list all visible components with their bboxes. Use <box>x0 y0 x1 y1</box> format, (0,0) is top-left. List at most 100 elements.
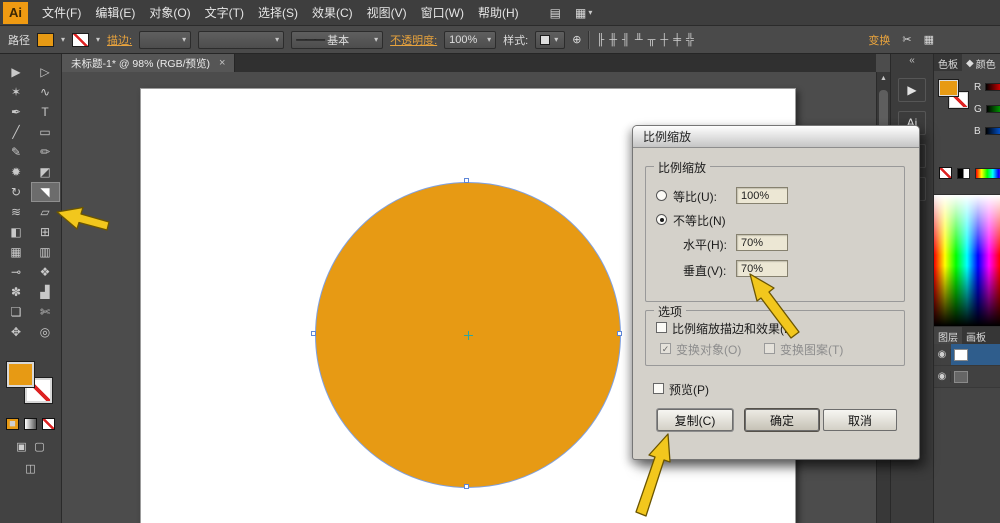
align-right-icon[interactable]: ╢ <box>622 34 630 46</box>
b-slider[interactable] <box>985 127 1000 135</box>
tab-layers[interactable]: 图层 <box>934 327 962 344</box>
anchor-bottom[interactable] <box>464 484 469 489</box>
options-grid-icon[interactable]: ▦ <box>924 33 934 46</box>
eyedropper-tool[interactable]: ⊸ <box>2 262 31 282</box>
shape-builder-tool[interactable]: ◧ <box>2 222 31 242</box>
black-white-swatch-icon[interactable] <box>957 168 970 179</box>
menu-effect[interactable]: 效果(C) <box>305 0 360 26</box>
nonuniform-radio[interactable] <box>656 214 667 225</box>
tab-swatches[interactable]: 色板 <box>934 54 962 71</box>
rectangle-tool[interactable]: ▭ <box>31 122 60 142</box>
eye-icon[interactable]: ◉ <box>934 371 951 382</box>
anchor-top[interactable] <box>464 178 469 183</box>
spectrum-strip[interactable] <box>975 168 1000 179</box>
gradient-button[interactable] <box>24 418 37 430</box>
cancel-button[interactable]: 取消 <box>823 409 897 431</box>
scale-tool[interactable]: ◥ <box>31 182 60 202</box>
align-bottom-icon[interactable]: ╨ <box>635 34 643 46</box>
direct-selection-tool[interactable]: ▷ <box>31 62 60 82</box>
isolate-icon[interactable]: ✂ <box>902 33 911 46</box>
arrange-documents-icon[interactable]: ▦ ▾ <box>575 6 592 20</box>
uniform-radio[interactable] <box>656 190 667 201</box>
align-top-icon[interactable]: ╥ <box>648 34 656 46</box>
color-button[interactable]: ■ <box>6 418 19 430</box>
menu-view[interactable]: 视图(V) <box>360 0 414 26</box>
none-swatch-icon[interactable] <box>939 167 952 179</box>
selection-tool[interactable]: ▶ <box>2 62 31 82</box>
draw-normal-icon[interactable]: ▣ <box>15 440 28 452</box>
opacity-link[interactable]: 不透明度: <box>390 32 437 48</box>
document-tab[interactable]: 未标题-1* @ 98% (RGB/预览) × <box>62 54 235 72</box>
blend-tool[interactable]: ❖ <box>31 262 60 282</box>
dialog-titlebar[interactable]: 比例缩放 <box>633 126 919 148</box>
distribute-center-icon[interactable]: ┼ <box>660 34 668 46</box>
variable-width-profile-dropdown[interactable]: ——— 基本 ▾ <box>291 31 383 49</box>
pencil-tool[interactable]: ✏ <box>31 142 60 162</box>
column-graph-tool[interactable]: ▟ <box>31 282 60 302</box>
layer-row[interactable]: ◉ <box>934 366 1000 388</box>
document-setup-icon[interactable]: ▤ <box>550 6 561 20</box>
chevron-down-icon[interactable]: ▾ <box>96 35 100 44</box>
layer-body[interactable] <box>951 366 1000 387</box>
preview-checkbox[interactable] <box>653 383 664 394</box>
eye-icon[interactable]: ◉ <box>934 349 951 360</box>
expand-panels-icon[interactable]: « <box>891 54 933 69</box>
chevron-down-icon[interactable]: ▾ <box>61 35 65 44</box>
zoom-tool[interactable]: ◎ <box>31 322 60 342</box>
anchor-right[interactable] <box>617 331 622 336</box>
menu-select[interactable]: 选择(S) <box>251 0 305 26</box>
menu-edit[interactable]: 编辑(E) <box>88 0 142 26</box>
menu-file[interactable]: 文件(F) <box>35 0 88 26</box>
stroke-panel-link[interactable]: 描边: <box>107 32 132 48</box>
free-transform-tool[interactable]: ▱ <box>31 202 60 222</box>
lasso-tool[interactable]: ∿ <box>31 82 60 102</box>
r-slider[interactable] <box>985 83 1000 91</box>
g-slider[interactable] <box>986 105 1000 113</box>
fill-swatch[interactable] <box>7 362 34 387</box>
dock-play-icon[interactable]: ▶ <box>898 78 926 102</box>
panel-fill-swatch[interactable] <box>939 80 958 96</box>
brush-definition-dropdown[interactable]: ▾ <box>198 31 284 49</box>
vertical-scale-field[interactable]: 70% <box>736 260 788 277</box>
tab-artboards[interactable]: 画板 <box>962 327 990 344</box>
tab-color[interactable]: ◆ 颜色 <box>962 54 1000 71</box>
stroke-weight-dropdown[interactable]: ▾ <box>139 31 191 49</box>
width-tool[interactable]: ≋ <box>2 202 31 222</box>
horizontal-scale-field[interactable]: 70% <box>736 234 788 251</box>
none-button[interactable] <box>42 418 55 430</box>
distribute-h-icon[interactable]: ╪ <box>673 34 681 46</box>
draw-behind-icon[interactable]: ▢ <box>33 440 46 452</box>
menu-window[interactable]: 窗口(W) <box>414 0 471 26</box>
layer-row[interactable]: ◉ <box>934 344 1000 366</box>
blob-brush-tool[interactable]: ✹ <box>2 162 31 182</box>
copy-button[interactable]: 复制(C) <box>657 409 733 431</box>
rotate-tool[interactable]: ↻ <box>2 182 31 202</box>
document-setup-globe-icon[interactable]: ⊕ <box>572 33 581 46</box>
anchor-left[interactable] <box>311 331 316 336</box>
screen-mode-icon[interactable]: ◫ <box>24 462 37 474</box>
mesh-tool[interactable]: ▦ <box>2 242 31 262</box>
menu-help[interactable]: 帮助(H) <box>471 0 526 26</box>
distribute-v-icon[interactable]: ╬ <box>686 34 694 46</box>
perspective-grid-tool[interactable]: ⊞ <box>31 222 60 242</box>
menu-type[interactable]: 文字(T) <box>198 0 251 26</box>
fill-color-swatch[interactable] <box>37 33 54 47</box>
artboard-tool[interactable]: ❏ <box>2 302 31 322</box>
opacity-dropdown[interactable]: 100% ▾ <box>444 31 496 49</box>
align-center-icon[interactable]: ╫ <box>609 34 617 46</box>
pen-tool[interactable]: ✒ <box>2 102 31 122</box>
scale-strokes-checkbox[interactable] <box>656 322 667 333</box>
ok-button[interactable]: 确定 <box>745 409 819 431</box>
transform-panel-link[interactable]: 变换 <box>868 32 890 48</box>
line-segment-tool[interactable]: ╱ <box>2 122 31 142</box>
symbol-sprayer-tool[interactable]: ✽ <box>2 282 31 302</box>
magic-wand-tool[interactable]: ✶ <box>2 82 31 102</box>
hand-tool[interactable]: ✥ <box>2 322 31 342</box>
stroke-color-swatch[interactable] <box>72 33 89 47</box>
slice-tool[interactable]: ✄ <box>31 302 60 322</box>
graphic-style-dropdown[interactable]: ▾ <box>535 31 565 49</box>
menu-object[interactable]: 对象(O) <box>142 0 197 26</box>
paintbrush-tool[interactable]: ✎ <box>2 142 31 162</box>
type-tool[interactable]: T <box>31 102 60 122</box>
align-left-icon[interactable]: ╟ <box>596 34 604 46</box>
